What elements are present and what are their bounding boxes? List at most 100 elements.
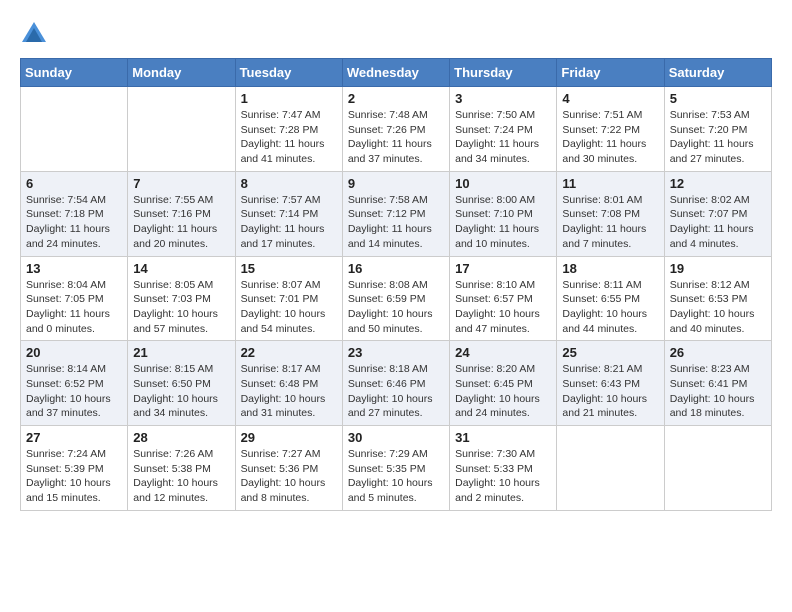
- day-info: Sunrise: 8:07 AM Sunset: 7:01 PM Dayligh…: [241, 278, 337, 337]
- day-info: Sunrise: 7:51 AM Sunset: 7:22 PM Dayligh…: [562, 108, 658, 167]
- day-number: 10: [455, 176, 551, 191]
- calendar-cell: 8Sunrise: 7:57 AM Sunset: 7:14 PM Daylig…: [235, 171, 342, 256]
- day-info: Sunrise: 7:47 AM Sunset: 7:28 PM Dayligh…: [241, 108, 337, 167]
- day-number: 29: [241, 430, 337, 445]
- day-info: Sunrise: 7:53 AM Sunset: 7:20 PM Dayligh…: [670, 108, 766, 167]
- day-number: 19: [670, 261, 766, 276]
- calendar-week-row: 20 Sunrise: 8:14 AM Sunset: 6:52 PM Dayli…: [21, 341, 772, 426]
- calendar-cell: 15 Sunrise: 8:07 AM Sunset: 7:01 PM Dayli…: [235, 256, 342, 341]
- calendar-cell: 3 Sunrise: 7:50 AM Sunset: 7:24 PM Daylig…: [450, 87, 557, 172]
- day-number: 30: [348, 430, 444, 445]
- col-header-tuesday: Tuesday: [235, 59, 342, 87]
- calendar-cell: 13 Sunrise: 8:04 AM Sunset: 7:05 PM Dayli…: [21, 256, 128, 341]
- calendar-week-row: 27Sunrise: 7:24 AM Sunset: 5:39 PM Dayli…: [21, 426, 772, 511]
- calendar-cell: [557, 426, 664, 511]
- day-number: 18: [562, 261, 658, 276]
- day-number: 2: [348, 91, 444, 106]
- day-number: 15: [241, 261, 337, 276]
- day-number: 12: [670, 176, 766, 191]
- day-number: 21: [133, 345, 229, 360]
- calendar-cell: 17Sunrise: 8:10 AM Sunset: 6:57 PM Dayli…: [450, 256, 557, 341]
- col-header-saturday: Saturday: [664, 59, 771, 87]
- calendar-cell: 26 Sunrise: 8:23 AM Sunset: 6:41 PM Dayli…: [664, 341, 771, 426]
- day-number: 13: [26, 261, 122, 276]
- col-header-friday: Friday: [557, 59, 664, 87]
- day-info: Sunrise: 7:30 AM Sunset: 5:33 PM Dayligh…: [455, 447, 551, 506]
- day-info: Sunrise: 8:12 AM Sunset: 6:53 PM Dayligh…: [670, 278, 766, 337]
- calendar-cell: 9 Sunrise: 7:58 AM Sunset: 7:12 PM Daylig…: [342, 171, 449, 256]
- calendar-header-row: SundayMondayTuesdayWednesdayThursdayFrid…: [21, 59, 772, 87]
- day-number: 20: [26, 345, 122, 360]
- calendar-week-row: 13 Sunrise: 8:04 AM Sunset: 7:05 PM Dayli…: [21, 256, 772, 341]
- col-header-sunday: Sunday: [21, 59, 128, 87]
- calendar-cell: 20 Sunrise: 8:14 AM Sunset: 6:52 PM Dayli…: [21, 341, 128, 426]
- day-info: Sunrise: 8:17 AM Sunset: 6:48 PM Dayligh…: [241, 362, 337, 421]
- calendar-body: 1 Sunrise: 7:47 AM Sunset: 7:28 PM Daylig…: [21, 87, 772, 511]
- col-header-thursday: Thursday: [450, 59, 557, 87]
- day-info: Sunrise: 8:15 AM Sunset: 6:50 PM Dayligh…: [133, 362, 229, 421]
- calendar-cell: 18 Sunrise: 8:11 AM Sunset: 6:55 PM Dayli…: [557, 256, 664, 341]
- day-info: Sunrise: 7:58 AM Sunset: 7:12 PM Dayligh…: [348, 193, 444, 252]
- day-info: Sunrise: 7:54 AM Sunset: 7:18 PM Dayligh…: [26, 193, 122, 252]
- day-info: Sunrise: 7:48 AM Sunset: 7:26 PM Dayligh…: [348, 108, 444, 167]
- day-info: Sunrise: 8:14 AM Sunset: 6:52 PM Dayligh…: [26, 362, 122, 421]
- day-number: 16: [348, 261, 444, 276]
- day-number: 23: [348, 345, 444, 360]
- day-info: Sunrise: 7:57 AM Sunset: 7:14 PM Dayligh…: [241, 193, 337, 252]
- day-info: Sunrise: 8:20 AM Sunset: 6:45 PM Dayligh…: [455, 362, 551, 421]
- calendar-cell: 31 Sunrise: 7:30 AM Sunset: 5:33 PM Dayli…: [450, 426, 557, 511]
- calendar-cell: [128, 87, 235, 172]
- day-number: 4: [562, 91, 658, 106]
- day-info: Sunrise: 8:04 AM Sunset: 7:05 PM Dayligh…: [26, 278, 122, 337]
- calendar-cell: 22 Sunrise: 8:17 AM Sunset: 6:48 PM Dayli…: [235, 341, 342, 426]
- day-number: 25: [562, 345, 658, 360]
- calendar-cell: 25Sunrise: 8:21 AM Sunset: 6:43 PM Dayli…: [557, 341, 664, 426]
- calendar-cell: 28 Sunrise: 7:26 AM Sunset: 5:38 PM Dayli…: [128, 426, 235, 511]
- day-info: Sunrise: 8:23 AM Sunset: 6:41 PM Dayligh…: [670, 362, 766, 421]
- calendar-cell: 30Sunrise: 7:29 AM Sunset: 5:35 PM Dayli…: [342, 426, 449, 511]
- day-info: Sunrise: 8:02 AM Sunset: 7:07 PM Dayligh…: [670, 193, 766, 252]
- col-header-monday: Monday: [128, 59, 235, 87]
- calendar-week-row: 6 Sunrise: 7:54 AM Sunset: 7:18 PM Daylig…: [21, 171, 772, 256]
- day-number: 6: [26, 176, 122, 191]
- day-info: Sunrise: 8:08 AM Sunset: 6:59 PM Dayligh…: [348, 278, 444, 337]
- day-number: 26: [670, 345, 766, 360]
- day-info: Sunrise: 8:01 AM Sunset: 7:08 PM Dayligh…: [562, 193, 658, 252]
- calendar-cell: 5 Sunrise: 7:53 AM Sunset: 7:20 PM Daylig…: [664, 87, 771, 172]
- day-info: Sunrise: 8:10 AM Sunset: 6:57 PM Dayligh…: [455, 278, 551, 337]
- day-info: Sunrise: 7:26 AM Sunset: 5:38 PM Dayligh…: [133, 447, 229, 506]
- calendar-cell: 6 Sunrise: 7:54 AM Sunset: 7:18 PM Daylig…: [21, 171, 128, 256]
- day-info: Sunrise: 7:55 AM Sunset: 7:16 PM Dayligh…: [133, 193, 229, 252]
- day-number: 5: [670, 91, 766, 106]
- day-number: 27: [26, 430, 122, 445]
- day-number: 22: [241, 345, 337, 360]
- calendar-cell: 1 Sunrise: 7:47 AM Sunset: 7:28 PM Daylig…: [235, 87, 342, 172]
- day-number: 1: [241, 91, 337, 106]
- calendar-cell: 24Sunrise: 8:20 AM Sunset: 6:45 PM Dayli…: [450, 341, 557, 426]
- day-number: 28: [133, 430, 229, 445]
- calendar-cell: 27Sunrise: 7:24 AM Sunset: 5:39 PM Dayli…: [21, 426, 128, 511]
- day-number: 31: [455, 430, 551, 445]
- calendar-week-row: 1 Sunrise: 7:47 AM Sunset: 7:28 PM Daylig…: [21, 87, 772, 172]
- day-info: Sunrise: 8:11 AM Sunset: 6:55 PM Dayligh…: [562, 278, 658, 337]
- day-info: Sunrise: 8:00 AM Sunset: 7:10 PM Dayligh…: [455, 193, 551, 252]
- calendar-table: SundayMondayTuesdayWednesdayThursdayFrid…: [20, 58, 772, 511]
- day-number: 14: [133, 261, 229, 276]
- day-info: Sunrise: 8:05 AM Sunset: 7:03 PM Dayligh…: [133, 278, 229, 337]
- calendar-cell: 2 Sunrise: 7:48 AM Sunset: 7:26 PM Daylig…: [342, 87, 449, 172]
- logo-icon: [20, 20, 48, 48]
- logo: [20, 20, 52, 48]
- calendar-cell: 19 Sunrise: 8:12 AM Sunset: 6:53 PM Dayli…: [664, 256, 771, 341]
- day-number: 3: [455, 91, 551, 106]
- calendar-cell: 23Sunrise: 8:18 AM Sunset: 6:46 PM Dayli…: [342, 341, 449, 426]
- calendar-cell: [21, 87, 128, 172]
- day-info: Sunrise: 7:27 AM Sunset: 5:36 PM Dayligh…: [241, 447, 337, 506]
- calendar-cell: 29 Sunrise: 7:27 AM Sunset: 5:36 PM Dayli…: [235, 426, 342, 511]
- calendar-cell: [664, 426, 771, 511]
- calendar-cell: 12 Sunrise: 8:02 AM Sunset: 7:07 PM Dayli…: [664, 171, 771, 256]
- day-info: Sunrise: 7:50 AM Sunset: 7:24 PM Dayligh…: [455, 108, 551, 167]
- day-number: 7: [133, 176, 229, 191]
- page-header: [20, 20, 772, 48]
- day-number: 9: [348, 176, 444, 191]
- calendar-cell: 4 Sunrise: 7:51 AM Sunset: 7:22 PM Daylig…: [557, 87, 664, 172]
